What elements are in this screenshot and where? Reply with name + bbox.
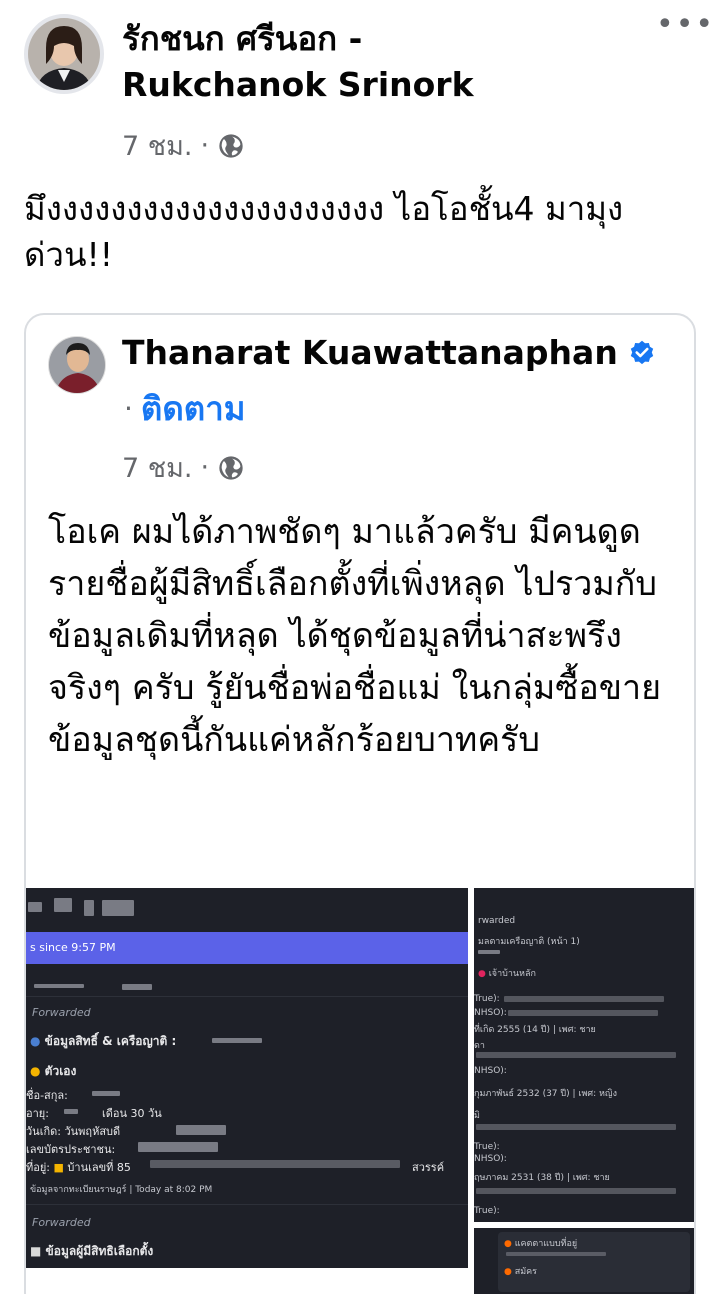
blurred-text [28, 902, 42, 912]
box-line-1-text: แคตตาแบบที่อยู่ [514, 1239, 578, 1249]
box-line-1: ● แคตตาแบบที่อยู่ [504, 1236, 577, 1250]
line-true-2: True): [474, 1142, 500, 1152]
address-value: บ้านเลขที่ 85 [67, 1161, 131, 1174]
blurred-text [476, 1124, 676, 1130]
blurred-text [54, 898, 72, 912]
registry-footer: ข้อมูลจากทะเบียนราษฎร์ | Today at 8:02 P… [30, 1185, 213, 1195]
blurred-text [476, 1188, 676, 1194]
follow-separator: · [124, 392, 133, 425]
shared-post-time[interactable]: 7 ชม. [122, 446, 192, 489]
self-label: ตัวเอง [44, 1064, 77, 1078]
age-value: เดือน 30 วัน [102, 1107, 162, 1120]
forwarded-label: rwarded [478, 916, 516, 926]
blurred-text [92, 1091, 120, 1096]
meta-separator: · [200, 130, 210, 161]
birth-label: วันเกิด: วันพฤหัสบดี [26, 1125, 121, 1138]
line-birth-1: ที่เกิด 2555 (14 ปี) | เพศ: ชาย [474, 1025, 596, 1035]
fire-icon: ● [504, 1239, 512, 1249]
box-line-2: ● สมัคร [504, 1264, 537, 1278]
post-meta: 7 ชม. · [122, 124, 245, 167]
line-true-3: True): [474, 1206, 500, 1216]
post-author-name[interactable]: รักชนก ศรีนอก - Rukchanok Srinork [122, 16, 562, 108]
blurred-text [176, 1125, 226, 1135]
forwarded-label: Forwarded [32, 1006, 91, 1019]
shared-author-name[interactable]: Thanarat Kuawattanaphan [122, 330, 618, 376]
age-label: อายุ: [26, 1107, 49, 1120]
blurred-text [34, 984, 84, 988]
line-nhso: NHSO): [474, 1008, 507, 1018]
blurred-text [506, 1252, 606, 1256]
line-true: True): [474, 994, 500, 1004]
blurred-text [122, 984, 152, 990]
more-options-icon[interactable]: ••• [656, 10, 715, 40]
forwarded-label: Forwarded [32, 1216, 91, 1229]
new-messages-banner: s since 9:57 PM [26, 932, 468, 964]
rights-heading: ● ข้อมูลสิทธิ์ & เครือญาติ : [30, 1032, 176, 1051]
clipboard-icon: ■ [30, 1244, 42, 1258]
verified-badge-icon [630, 340, 654, 365]
address-label: ที่อยู่: [26, 1161, 51, 1174]
chat-screenshot-right[interactable]: rwarded มลตามเครือญาติ (หน้า 1) ● เจ้าบ้… [474, 888, 694, 1222]
address-row: ที่อยู่: ■ บ้านเลขที่ 85 [26, 1158, 131, 1176]
blurred-text [84, 900, 94, 916]
blurred-text [64, 1109, 78, 1114]
face-icon: ● [30, 1064, 41, 1078]
blurred-text [476, 1052, 676, 1058]
house-head-label: เจ้าบ้านหลัก [488, 969, 536, 979]
meta-separator: · [200, 452, 210, 483]
blurred-text [138, 1142, 218, 1152]
line-birth-2: กุมภาพันธ์ 2532 (37 ปี) | เพศ: หญิง [474, 1089, 617, 1099]
self-section: ● ตัวเอง [30, 1062, 76, 1081]
house-head-section: ● เจ้าบ้านหลัก [478, 966, 536, 980]
person-icon: ● [30, 1034, 41, 1048]
line-b: มิ [474, 1111, 480, 1121]
rights-heading-text: ข้อมูลสิทธิ์ & เครือญาติ : [44, 1034, 177, 1048]
line-a: ดา [474, 1041, 485, 1051]
globe-icon [219, 133, 243, 158]
house-icon: ■ [53, 1161, 64, 1174]
blurred-text [150, 1160, 400, 1168]
box-line-2-text: สมัคร [514, 1267, 538, 1277]
blurred-text [504, 996, 664, 1002]
blurred-text [478, 950, 500, 954]
voter-heading: ■ ข้อมูลผู้มีสิทธิเลือกตั้ง [30, 1242, 153, 1261]
follow-button[interactable]: ติดตาม [141, 386, 246, 432]
shared-author-avatar[interactable] [48, 336, 106, 394]
divider [26, 996, 468, 997]
voter-heading-text: ข้อมูลผู้มีสิทธิเลือกตั้ง [45, 1244, 154, 1258]
pin-icon: ● [478, 969, 486, 979]
divider [26, 1204, 468, 1205]
id-label: เลขบัตรประชาชน: [26, 1143, 116, 1156]
line-nhso-2: NHSO): [474, 1066, 507, 1076]
chat-screenshot-right-bottom[interactable]: ● แคตตาแบบที่อยู่ ● สมัคร [474, 1228, 694, 1294]
post-text: มึงงงงงงงงงงงงงงงงงงงงง ไอโอชั้น4 มามุงด… [24, 189, 624, 274]
author-avatar[interactable] [24, 14, 104, 94]
kin-heading: มลตามเครือญาติ (หน้า 1) [478, 937, 580, 947]
fire-icon: ● [504, 1267, 512, 1277]
shared-post-text: โอเค ผมได้ภาพชัดๆ มาแล้วครับ มีคนดูดรายช… [48, 512, 662, 760]
name-label: ชื่อ-สกุล: [26, 1089, 68, 1102]
line-nhso-3: NHSO): [474, 1154, 507, 1164]
shared-meta: 7 ชม. · [122, 446, 245, 489]
address-tail: สวรรค์ [412, 1161, 445, 1174]
post-time[interactable]: 7 ชม. [122, 124, 192, 167]
globe-icon [219, 455, 243, 480]
chat-screenshot-left[interactable]: s since 9:57 PM Forwarded ● ข้อมูลสิทธิ์… [26, 888, 468, 1268]
blurred-text [508, 1010, 658, 1016]
blurred-text [212, 1038, 262, 1043]
line-birth-3: ฤษภาคม 2531 (38 ปี) | เพศ: ชาย [474, 1173, 610, 1183]
shared-author-row: Thanarat Kuawattanaphan [122, 330, 656, 376]
blurred-text [102, 900, 134, 916]
follow-row: · ติดตาม [124, 386, 245, 432]
